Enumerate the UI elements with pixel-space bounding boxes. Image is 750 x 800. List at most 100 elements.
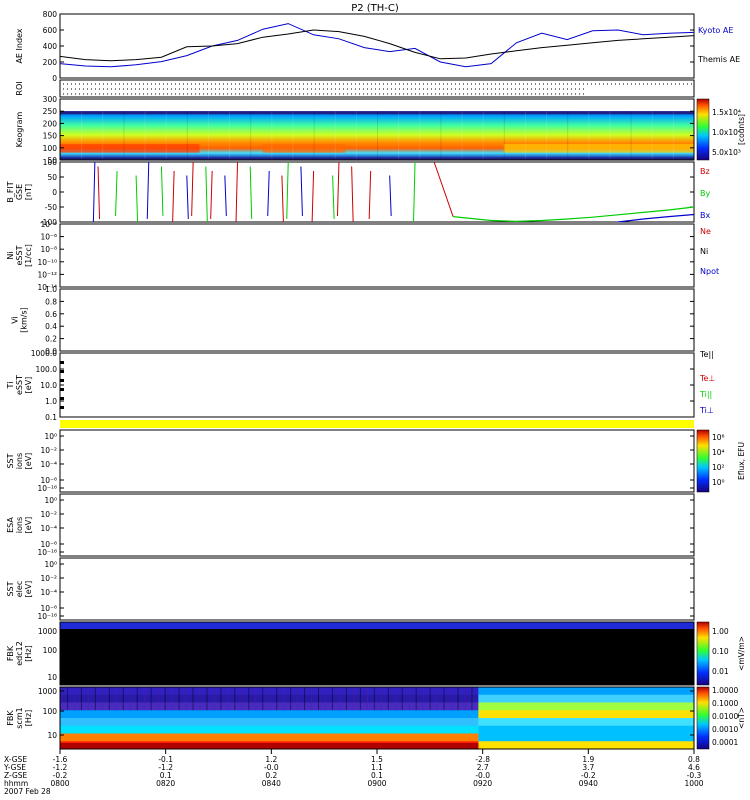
fbk2-stripe (262, 687, 264, 711)
bfit-spike (368, 170, 372, 220)
ti-ylabel: eSST (15, 375, 24, 395)
fbk2-stripe (115, 687, 117, 711)
fbk2-ytick: 10 (47, 731, 57, 740)
bfit-ytick: -50 (45, 203, 57, 212)
sst2-ytick: 10⁻⁶ (40, 604, 57, 613)
fbk2-cb-tick: 0.0001 (712, 738, 738, 747)
fbk2-cell (60, 725, 479, 734)
bfit-ytick: 100 (43, 158, 58, 167)
fbk2-stripe (318, 687, 320, 711)
keogram-stripe (250, 111, 252, 159)
sst2-ytick: 10⁻² (40, 574, 57, 583)
fbk1-colorbar (696, 621, 710, 686)
ni-legend-1: Ni (700, 247, 708, 256)
fbk1-image (60, 622, 694, 685)
sst1-ylabel: ions (15, 453, 24, 469)
keogram-stripe (398, 111, 400, 159)
fbk2-cell (478, 733, 694, 742)
fbk2-stripe (66, 687, 68, 711)
bfit-spike (286, 161, 289, 220)
fbk2-stripe (311, 687, 313, 711)
fbk2-stripe (157, 687, 159, 711)
esa-ylabel: [eV] (24, 517, 33, 534)
keogram-stripe (377, 111, 378, 159)
keogram-stripe (313, 111, 315, 159)
keogram-stripe (546, 111, 548, 159)
esa-ylabel: ions (15, 517, 24, 533)
fbk2-stripe (422, 687, 424, 711)
ni-legend-0: Ne (700, 227, 711, 236)
bfit-spike (413, 161, 416, 223)
fbk2-stripe (471, 687, 473, 711)
keogram-ytick: 300 (43, 95, 58, 104)
fbk2-stripe (408, 687, 410, 711)
keogram-stripe (334, 111, 336, 159)
ni-ytick: 10⁻⁸ (40, 245, 57, 254)
bfit-frame (59, 161, 695, 223)
vi-ytick: 1.0 (45, 285, 57, 294)
esa-ytick: 10⁻⁶ (40, 540, 57, 549)
fbk2-stripe (338, 687, 340, 711)
ni-ytick: 10⁻⁶ (40, 233, 57, 242)
esa-ytick: 10⁻⁴ (40, 524, 57, 533)
fbk2-colorbar (696, 686, 710, 750)
fbk1-cb-label: <mV/m> (737, 636, 746, 671)
fbk2-cb-tick: 0.0100 (712, 712, 738, 721)
sst1-cb-tick: 10² (712, 463, 725, 472)
keogram-ytick: 100 (43, 144, 58, 153)
ti-minor (60, 361, 64, 364)
fbk2-stripe (290, 687, 292, 711)
ti-minor (60, 370, 64, 373)
sst1-ylabel: SST (6, 453, 15, 468)
keogram-stripe (229, 111, 231, 159)
sst1-colorbar (696, 429, 710, 493)
fbk1-ytick: 1000 (38, 627, 57, 636)
keogram-band-1 (262, 144, 346, 153)
esa-ytick: 10⁻² (40, 510, 57, 519)
keogram-colorbar (696, 98, 710, 161)
sst2-ylabel: SST (6, 581, 15, 596)
sst1-cb-label: Eflux, EFU (737, 442, 746, 480)
bfit-series-By (453, 206, 695, 223)
sst1-ytick: 10⁰ (44, 432, 57, 441)
keogram-stripe (355, 111, 357, 159)
vi-ylabel: Vi (11, 316, 20, 324)
fbk2-stripe (143, 687, 145, 711)
bfit-spike (146, 161, 150, 220)
bfit-ylabel: [nT] (24, 184, 33, 200)
ti-ytick: 1.0 (45, 397, 57, 406)
fbk2-stripe (429, 687, 431, 711)
fbk2-stripe (164, 687, 166, 711)
vi-ytick: 0.6 (45, 310, 57, 319)
fbk2-stripe (129, 687, 131, 711)
bfit-legend-Bz: Bz (700, 167, 710, 176)
bfit-spike (205, 166, 208, 223)
keogram-band-0 (60, 144, 200, 153)
fbk1-cb-tick: 0.01 (712, 667, 729, 676)
fbk1-ylabel: [Hz] (24, 645, 33, 661)
bfit-spike (172, 170, 175, 223)
ni-frame (59, 223, 695, 288)
fbk2-cb-label: <nT> (737, 707, 746, 729)
sst1-ylabel: [eV] (24, 453, 33, 470)
fbk2-stripe (359, 687, 361, 711)
xaxis-row-label: 2007 Feb 28 (4, 787, 51, 796)
ti-ytick: 0.1 (45, 413, 57, 422)
ti-minor (60, 388, 64, 391)
fbk2-stripe (150, 687, 152, 711)
bfit-spike (186, 175, 189, 220)
ti-legend-0: Te|| (699, 350, 714, 359)
ae-ytick: 400 (43, 42, 58, 51)
bfit-spike (115, 170, 118, 217)
fbk2-stripe (206, 687, 208, 711)
fbk2-stripe (283, 687, 285, 711)
bfit-spike (191, 161, 194, 217)
fbk2-cell (478, 710, 694, 719)
bfit-spike (267, 170, 270, 217)
fbk2-stripe (171, 687, 173, 711)
ae-series-0 (59, 23, 695, 68)
keogram-cb-label: [counts] (737, 114, 746, 145)
ni-ylabel: eSST (15, 245, 24, 265)
fbk2-stripe (122, 687, 124, 711)
bfit-spike (97, 166, 101, 220)
